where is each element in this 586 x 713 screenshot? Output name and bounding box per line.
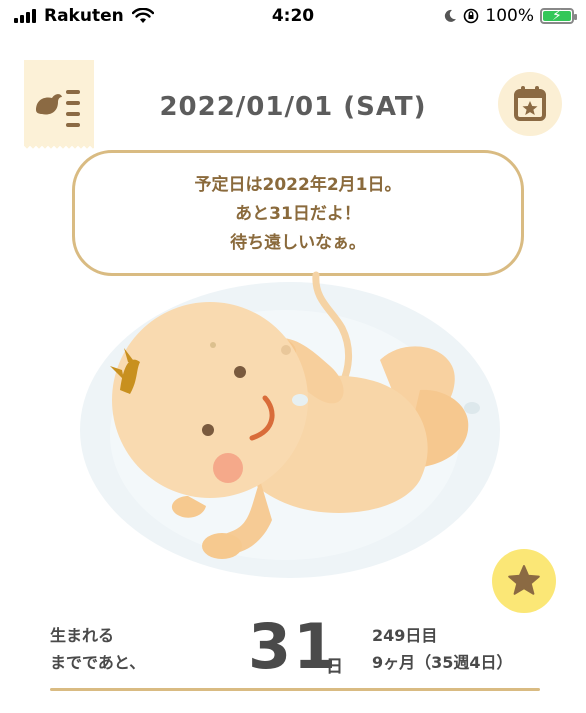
baby-illustration (80, 271, 500, 578)
status-bar: Rakuten 4:20 100% ⚡ (0, 0, 586, 36)
rotation-lock-icon (464, 8, 479, 24)
countdown-label-line-1: 生まれる (50, 626, 115, 645)
pregnancy-progress: 249日目 9ヶ月（35週4日） (372, 622, 513, 676)
countdown-label: 生まれる までであと、 (50, 622, 145, 676)
days-remaining: 31 (248, 610, 339, 683)
calendar-star-icon (514, 86, 546, 121)
bubble-line-2: あと31日だよ！ (235, 204, 361, 224)
countdown-label-line-2: までであと、 (50, 653, 146, 672)
favorite-button[interactable] (492, 549, 556, 613)
month-week: 9ヶ月（35週4日） (372, 653, 513, 672)
speech-bubble: 予定日は2022年2月1日。 あと31日だよ！ 待ち遠しいなぁ。 (72, 150, 524, 276)
status-right-group: 100% ⚡ (443, 6, 577, 26)
bubble-text: 予定日は2022年2月1日。 あと31日だよ！ 待ち遠しいなぁ。 (75, 171, 521, 258)
days-unit: 日 (326, 657, 343, 677)
battery-percent: 100% (485, 6, 534, 26)
star-icon (508, 565, 540, 595)
elapsed-days: 249日目 (372, 626, 438, 645)
battery-icon: ⚡ (540, 8, 577, 24)
bubble-line-3: 待ち遠しいなぁ。 (230, 233, 366, 253)
divider (50, 688, 540, 691)
moon-icon (445, 9, 457, 22)
bubble-line-1: 予定日は2022年2月1日。 (194, 175, 402, 195)
calendar-button[interactable] (498, 72, 562, 136)
